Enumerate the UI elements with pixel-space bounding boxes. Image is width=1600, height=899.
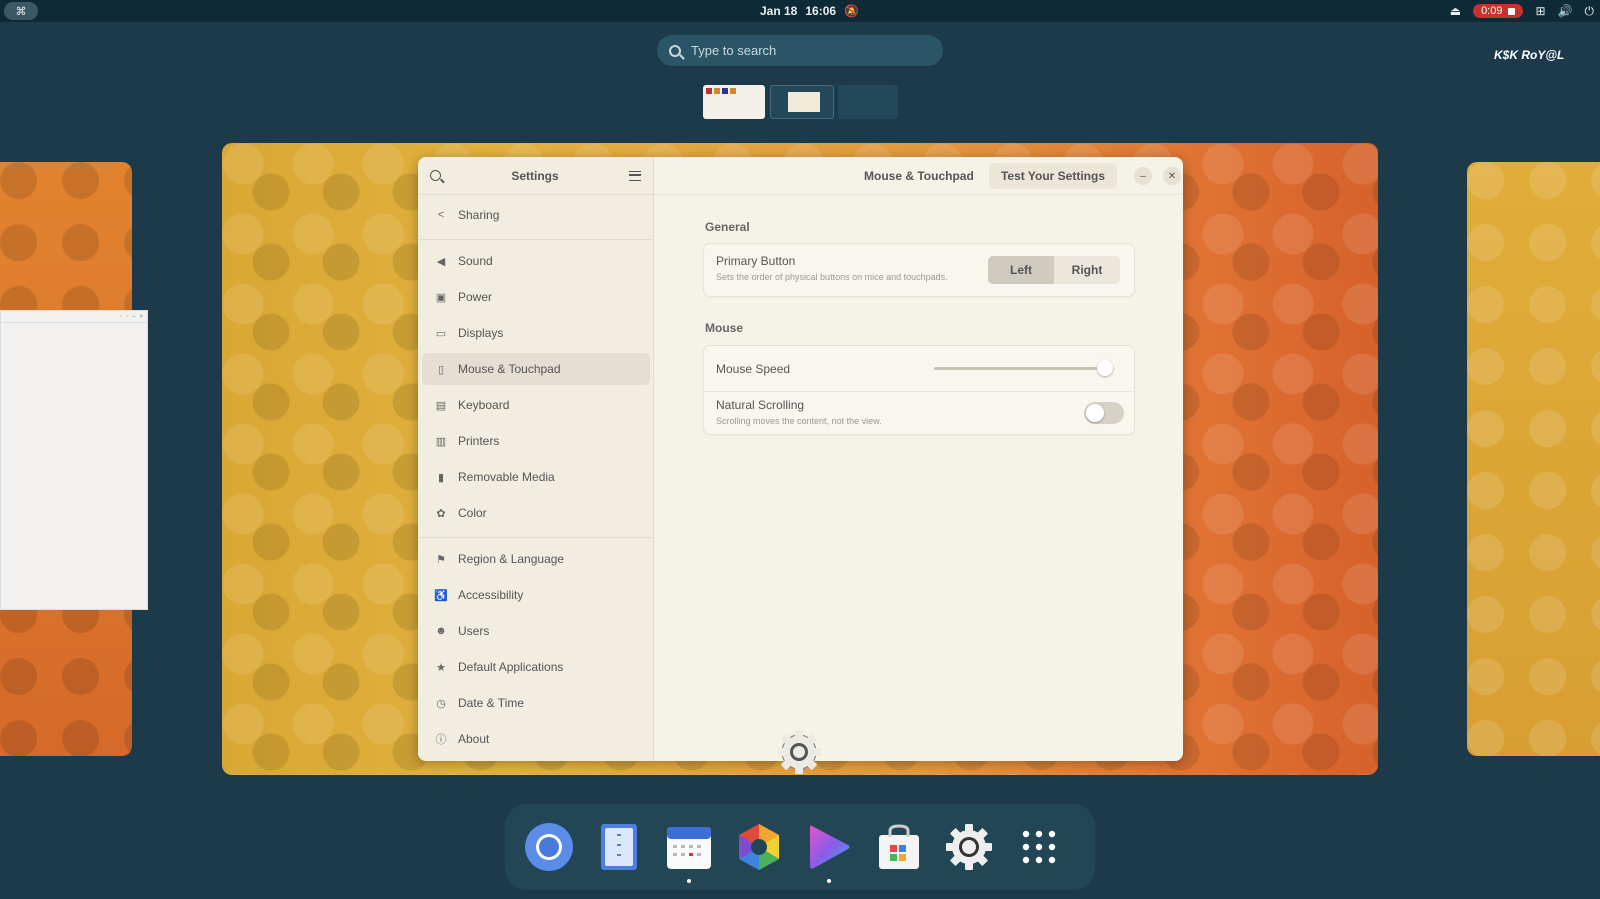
primary-button-title: Primary Button: [716, 254, 796, 268]
sidebar-item-default-applications[interactable]: ★ Default Applications: [422, 651, 650, 683]
app-grid-icon[interactable]: [1013, 821, 1065, 873]
primary-button-card: Primary Button Sets the order of physica…: [704, 244, 1134, 296]
recording-indicator[interactable]: 0:09: [1473, 4, 1524, 18]
settings-app-icon: [777, 730, 821, 774]
natural-scrolling-switch[interactable]: [1084, 402, 1124, 424]
mouse-icon: ▯: [437, 363, 445, 376]
running-indicator: [687, 879, 691, 883]
top-bar: ⌘ Jan 18 16:06 🔕 ⏏ 0:09 ⊞ 🔊 ⏻: [0, 0, 1600, 22]
printer-icon: ▥: [435, 435, 447, 448]
sidebar-item-color[interactable]: ✿ Color: [422, 497, 650, 529]
battery-icon: ▣: [435, 291, 447, 304]
sidebar-item-printers[interactable]: ▥ Printers: [422, 425, 650, 457]
software-store-icon[interactable]: [873, 821, 925, 873]
workspace-thumbnail-3[interactable]: [838, 85, 898, 119]
sidebar-title: Settings: [511, 168, 559, 183]
sidebar-item-mouse-touchpad[interactable]: ▯ Mouse & Touchpad: [422, 353, 650, 385]
date-label: Jan 18: [760, 4, 798, 18]
left-button[interactable]: Left: [988, 256, 1054, 284]
clock[interactable]: Jan 18 16:06 🔕: [760, 4, 859, 18]
primary-button-toggle[interactable]: Left Right: [988, 256, 1120, 284]
search-input[interactable]: Type to search: [657, 35, 943, 66]
time-label: 16:06: [805, 4, 837, 18]
workspace-thumbnail-1[interactable]: [703, 85, 765, 119]
settings-icon[interactable]: [943, 821, 995, 873]
primary-button-subtitle: Sets the order of physical buttons on mi…: [716, 272, 948, 282]
natural-scrolling-subtitle: Scrolling moves the content, not the vie…: [716, 416, 882, 426]
slider-handle[interactable]: [1097, 360, 1113, 376]
hamburger-menu-icon[interactable]: [629, 170, 641, 181]
sidebar-item-users[interactable]: ☻ Users: [422, 615, 650, 647]
sidebar-item-displays[interactable]: ▭ Displays: [422, 317, 650, 349]
search-icon: [669, 44, 681, 57]
minimize-icon[interactable]: –: [1134, 167, 1152, 185]
notifications-off-icon: 🔕: [844, 4, 860, 18]
search-icon[interactable]: [430, 170, 441, 181]
sidebar-item-accessibility[interactable]: ♿ Accessibility: [422, 579, 650, 611]
sidebar-item-about[interactable]: ⓘ About: [422, 723, 650, 755]
natural-scrolling-title: Natural Scrolling: [716, 398, 805, 412]
sidebar-item-sound[interactable]: ◀ Sound: [422, 245, 650, 277]
network-icon: ⊞: [1535, 4, 1546, 18]
search-placeholder: Type to search: [691, 43, 777, 58]
info-icon: ⓘ: [435, 734, 447, 746]
sidebar-item-sharing[interactable]: < Sharing: [422, 199, 650, 231]
settings-window[interactable]: Settings < Sharing ◀ Sound ▣ Power ▭ Dis…: [418, 157, 1183, 761]
sidebar-item-removable-media[interactable]: ▮ Removable Media: [422, 461, 650, 493]
page-title: Mouse & Touchpad: [864, 169, 974, 183]
flag-icon: ⚑: [436, 553, 446, 566]
recording-icon: [1508, 7, 1516, 15]
users-icon: ☻: [435, 625, 447, 637]
workspace-thumbnail-2[interactable]: [770, 85, 834, 119]
activities-button[interactable]: ⌘: [4, 2, 38, 20]
system-tray[interactable]: ⏏ 0:09 ⊞ 🔊 ⏻: [1450, 2, 1594, 20]
sidebar-item-date-time[interactable]: ◷ Date & Time: [422, 687, 650, 719]
window-preview-left[interactable]: ◦ ◦ – ×: [0, 310, 148, 610]
sidebar-item-power[interactable]: ▣ Power: [422, 281, 650, 313]
section-mouse: Mouse: [705, 321, 744, 335]
recording-time: 0:09: [1481, 5, 1503, 17]
speaker-icon: ◀: [436, 255, 446, 268]
eject-icon[interactable]: ⏏: [1450, 4, 1461, 18]
chromium-icon[interactable]: [523, 821, 575, 873]
settings-sidebar: Settings < Sharing ◀ Sound ▣ Power ▭ Dis…: [418, 157, 654, 761]
video-player-icon[interactable]: [803, 821, 855, 883]
clock-icon: ◷: [436, 697, 446, 710]
power-icon: ⏻: [1584, 3, 1595, 18]
mouse-speed-slider[interactable]: [934, 360, 1114, 376]
right-button[interactable]: Right: [1054, 256, 1120, 284]
watermark: K$K RoY@L: [1494, 48, 1565, 62]
mouse-speed-title: Mouse Speed: [716, 362, 791, 376]
running-indicator: [827, 879, 831, 883]
share-icon: <: [437, 209, 445, 221]
photos-icon[interactable]: [733, 821, 785, 873]
test-your-settings-button[interactable]: Test Your Settings: [989, 163, 1117, 189]
close-icon[interactable]: ✕: [1163, 167, 1181, 185]
mouse-card: Mouse Speed Natural Scrolling Scrolling …: [704, 346, 1134, 434]
dock: [505, 804, 1095, 890]
sidebar-item-region-language[interactable]: ⚑ Region & Language: [422, 543, 650, 575]
volume-icon: 🔊: [1557, 4, 1573, 18]
workspace-right[interactable]: [1467, 162, 1600, 756]
usb-icon: ▮: [437, 471, 445, 484]
text-editor-icon[interactable]: [593, 821, 645, 873]
star-icon: ★: [436, 661, 446, 674]
content-header: Mouse & Touchpad Test Your Settings – ✕: [654, 157, 1183, 195]
sidebar-header: Settings: [418, 157, 653, 195]
sidebar-item-keyboard[interactable]: ▤ Keyboard: [422, 389, 650, 421]
keyboard-icon: ▤: [435, 399, 447, 412]
calendar-icon[interactable]: [663, 821, 715, 883]
section-general: General: [705, 220, 750, 234]
palette-icon: ✿: [436, 507, 446, 520]
accessibility-icon: ♿: [434, 589, 448, 602]
monitor-icon: ▭: [435, 327, 447, 340]
